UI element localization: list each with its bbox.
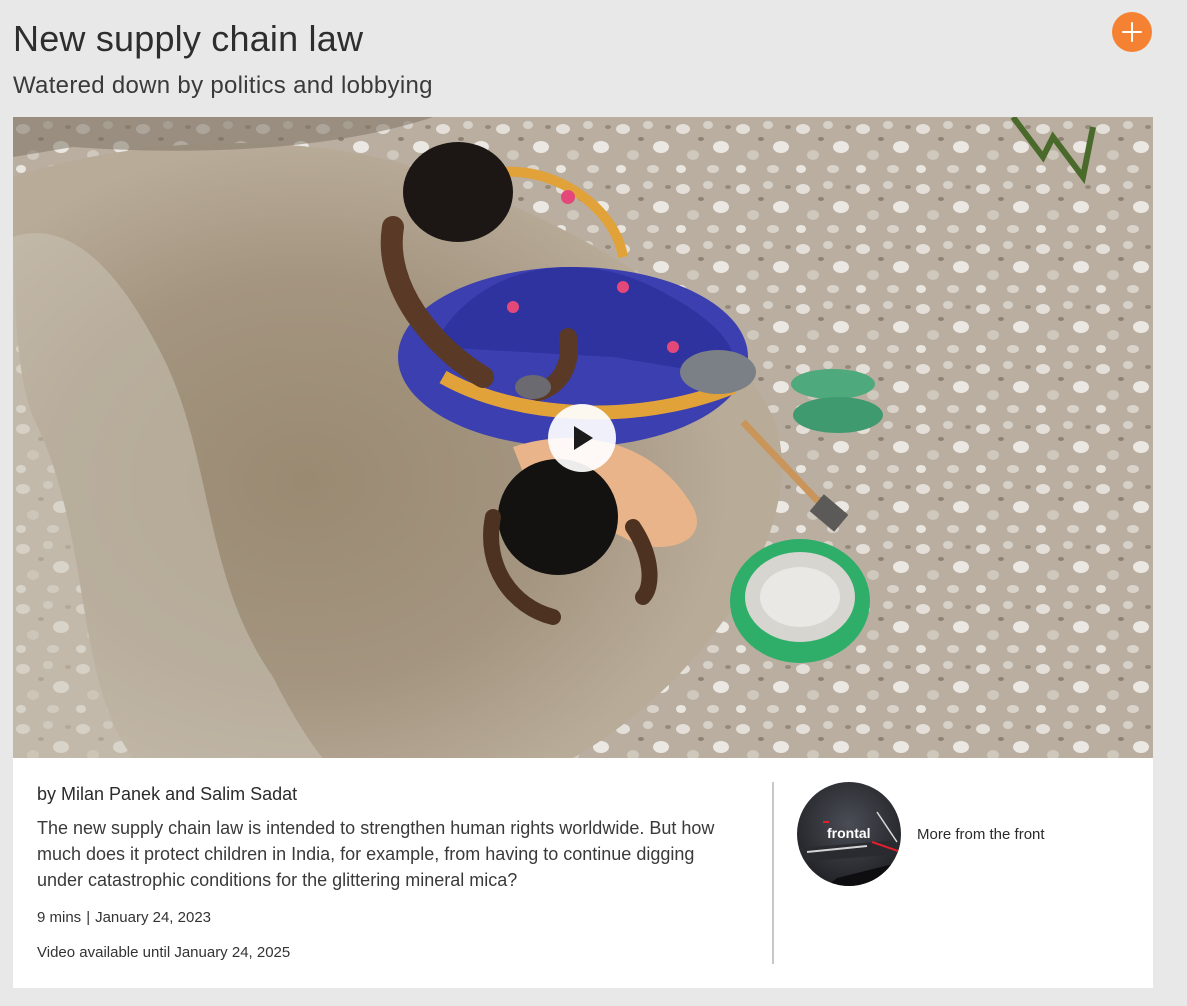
page-title: New supply chain law [13, 18, 364, 59]
video-player[interactable] [13, 117, 1153, 758]
play-button[interactable] [548, 404, 616, 472]
show-logo-text: frontal [827, 825, 871, 841]
divider [772, 782, 774, 964]
duration: 9 mins [37, 909, 82, 926]
plus-icon [1122, 22, 1142, 42]
more-from-show-link-label: More from the front [917, 825, 1045, 843]
publish-date: January 24, 2023 [95, 909, 212, 926]
show-link[interactable]: frontal More from the front [797, 782, 1045, 886]
meta-separator: | [86, 909, 91, 926]
page-subtitle: Watered down by politics and lobbying [13, 72, 433, 99]
article-info-card: by Milan Panek and Salim Sadat The new s… [13, 758, 1153, 988]
page: New supply chain law Watered down by pol… [0, 0, 1187, 1006]
play-icon [574, 426, 593, 450]
availability-note: Video available until January 24, 2025 [37, 944, 291, 961]
show-logo: frontal [797, 782, 901, 886]
meta-line: 9 mins | January 24, 2023 [37, 909, 211, 926]
article-description: The new supply chain law is intended to … [37, 818, 715, 890]
byline: by Milan Panek and Salim Sadat [37, 784, 298, 804]
add-to-list-button[interactable] [1112, 12, 1152, 52]
